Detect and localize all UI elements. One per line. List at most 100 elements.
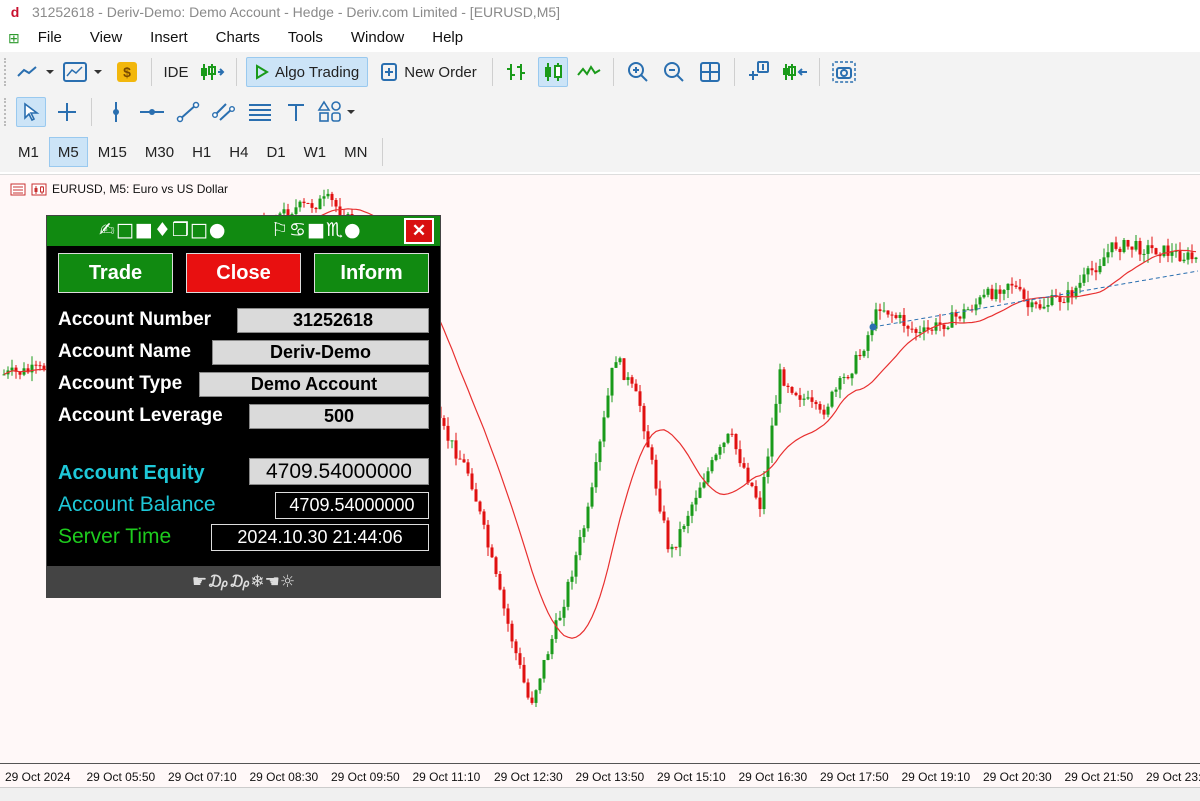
text-tool-button[interactable] (281, 97, 311, 127)
account-number-label: Account Number (58, 309, 212, 330)
horizontal-line-tool-button[interactable] (137, 97, 167, 127)
candle-body (34, 364, 38, 366)
algo-trading-label: Algo Trading (275, 63, 360, 81)
trend-line-tool-button[interactable] (173, 97, 203, 127)
close-button[interactable]: Close (186, 253, 301, 293)
candle-body (606, 395, 610, 418)
timeframe-m5[interactable]: M5 (48, 137, 88, 167)
time-axis: 29 Oct 2024 29 Oct 05:50 29 Oct 07:10 29 Oc… (0, 763, 1200, 785)
candle-body (526, 682, 530, 698)
screenshot-button[interactable] (829, 57, 859, 87)
candle-body (330, 193, 334, 201)
menu-insert[interactable]: Insert (138, 24, 204, 52)
timeframe-mn[interactable]: MN (336, 137, 375, 167)
deposit-button[interactable]: $ (112, 57, 142, 87)
new-order-button[interactable]: New Order (374, 57, 483, 87)
chart-type-button[interactable] (16, 57, 56, 87)
tile-windows-button[interactable] (695, 57, 725, 87)
candle-body (466, 462, 470, 474)
candle-body (558, 617, 562, 621)
candle-body (502, 589, 506, 609)
toolbar-grip[interactable] (4, 98, 7, 126)
chart-templates-button[interactable] (62, 57, 106, 87)
account-type-label: Account Type (58, 373, 183, 394)
timeframe-w1[interactable]: W1 (296, 137, 335, 167)
candle-body (638, 391, 642, 406)
menu-file[interactable]: File (26, 24, 78, 52)
new-order-label: New Order (404, 63, 477, 81)
timeframe-h1[interactable]: H1 (184, 137, 219, 167)
candle-body (1122, 239, 1126, 253)
candle-body (1062, 302, 1066, 304)
horizontal-line-icon (140, 109, 164, 115)
channel-tool-button[interactable] (209, 97, 239, 127)
time-axis-label: 29 Oct 16:30 (738, 770, 808, 784)
candle-body (1190, 252, 1194, 260)
ide-button[interactable]: IDE (161, 57, 191, 87)
fibonacci-tool-button[interactable] (245, 97, 275, 127)
candle-body (1034, 302, 1038, 305)
bar-chart-button[interactable] (502, 57, 532, 87)
menu-help[interactable]: Help (420, 24, 479, 52)
toolbar-separator (818, 58, 820, 86)
chart-list-icon[interactable] (10, 183, 26, 196)
vertical-line-icon (113, 102, 119, 122)
fibonacci-icon (249, 104, 271, 121)
panel-close-icon[interactable]: ✕ (404, 218, 434, 244)
timeframe-h4[interactable]: H4 (221, 137, 256, 167)
candle-body (1106, 252, 1110, 258)
candle-body (782, 369, 786, 386)
chart-window-icon[interactable]: ⊞ (8, 30, 20, 47)
account-balance-value: 4709.54000000 (275, 492, 429, 519)
menu-charts[interactable]: Charts (204, 24, 276, 52)
panel-header[interactable]: ✍□■♦❒□● ⚐♋■♏● ✕ (47, 216, 440, 246)
time-axis-label: 29 Oct 15:10 (657, 770, 726, 784)
indicators-button[interactable] (744, 57, 774, 87)
candle-body (1082, 274, 1086, 283)
crosshair-tool-button[interactable] (52, 97, 82, 127)
menu-tools[interactable]: Tools (276, 24, 339, 52)
candle-body (10, 367, 14, 371)
zoom-out-icon (663, 62, 684, 82)
algo-trading-button[interactable]: Algo Trading (246, 57, 369, 87)
inform-button[interactable]: Inform (314, 253, 429, 293)
symbol-info-icon[interactable] (31, 183, 47, 196)
toolbar-grip[interactable] (4, 58, 7, 86)
strategy-tester-button[interactable] (197, 57, 227, 87)
candle-body (618, 358, 622, 363)
zoom-out-button[interactable] (659, 57, 689, 87)
candle-body (298, 201, 302, 208)
line-chart-button[interactable] (574, 57, 604, 87)
candle-body (866, 335, 870, 351)
candle-body (806, 397, 810, 399)
timeframe-m15[interactable]: M15 (90, 137, 135, 167)
toolbar-separator (382, 138, 384, 166)
timeframe-m1[interactable]: M1 (10, 137, 47, 167)
account-info-panel[interactable]: ✍□■♦❒□● ⚐♋■♏● ✕ Trade Close Inform Accou… (46, 215, 441, 598)
candle-body (562, 606, 566, 618)
candle-body (798, 395, 802, 400)
account-name-label: Account Name (58, 341, 192, 362)
candle-body (702, 482, 706, 488)
menu-view[interactable]: View (78, 24, 138, 52)
cursor-tool-button[interactable] (16, 97, 46, 127)
candle-body (614, 362, 618, 368)
candle-body (1178, 250, 1182, 262)
shift-chart-button[interactable] (780, 57, 810, 87)
candle-body (654, 459, 658, 489)
candle-body (322, 196, 326, 199)
vertical-line-tool-button[interactable] (101, 97, 131, 127)
candle-body (1010, 283, 1014, 286)
candle-body (602, 417, 606, 442)
menu-window[interactable]: Window (339, 24, 420, 52)
zoom-in-button[interactable] (623, 57, 653, 87)
shapes-tool-button[interactable] (317, 97, 357, 127)
timeframe-m30[interactable]: M30 (137, 137, 182, 167)
candle-body (570, 576, 574, 582)
chart-tabs-strip[interactable] (0, 787, 1200, 801)
candle-body (858, 354, 862, 357)
timeframe-d1[interactable]: D1 (258, 137, 293, 167)
candle-body (518, 653, 522, 665)
candlestick-button[interactable] (537, 57, 568, 87)
trade-button[interactable]: Trade (58, 253, 173, 293)
